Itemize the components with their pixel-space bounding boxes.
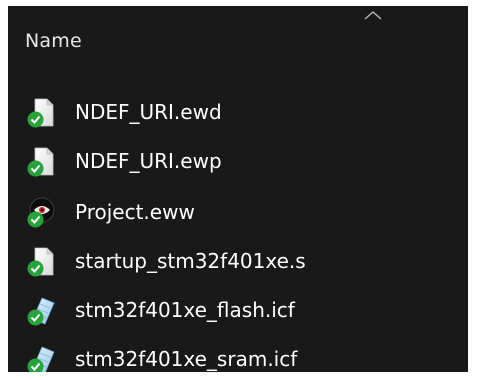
file-name: Project.eww [75, 200, 195, 224]
file-explorer-pane: Name NDEF_URI.ewd NDEF_URI.ewp Project.e… [8, 6, 468, 372]
file-row[interactable]: Project.eww [8, 189, 468, 238]
sync-check-icon [27, 309, 44, 326]
sync-check-icon [27, 211, 44, 228]
file-list: NDEF_URI.ewd NDEF_URI.ewp Project.eww st… [8, 89, 468, 372]
sync-check-icon [27, 160, 44, 177]
document-icon [27, 147, 54, 177]
document-icon [27, 98, 54, 128]
file-row[interactable]: startup_stm32f401xe.s [8, 238, 468, 287]
file-row[interactable]: stm32f401xe_sram.icf [8, 336, 468, 372]
notepad-icon [27, 297, 55, 326]
file-name: stm32f401xe_sram.icf [75, 347, 298, 371]
sync-check-icon [27, 111, 44, 128]
iar-workspace-icon [27, 197, 55, 228]
notepad-icon [27, 346, 55, 372]
sync-check-icon [27, 260, 44, 277]
file-row[interactable]: stm32f401xe_flash.icf [8, 287, 468, 336]
document-icon [27, 247, 54, 277]
chevron-up-icon[interactable] [362, 10, 384, 20]
file-name: stm32f401xe_flash.icf [75, 298, 295, 322]
file-row[interactable]: NDEF_URI.ewd [8, 89, 468, 138]
name-column-header[interactable]: Name [25, 30, 82, 52]
file-name: NDEF_URI.ewp [75, 149, 222, 173]
file-name: NDEF_URI.ewd [75, 100, 222, 124]
file-name: startup_stm32f401xe.s [75, 249, 306, 273]
file-row[interactable]: NDEF_URI.ewp [8, 138, 468, 189]
